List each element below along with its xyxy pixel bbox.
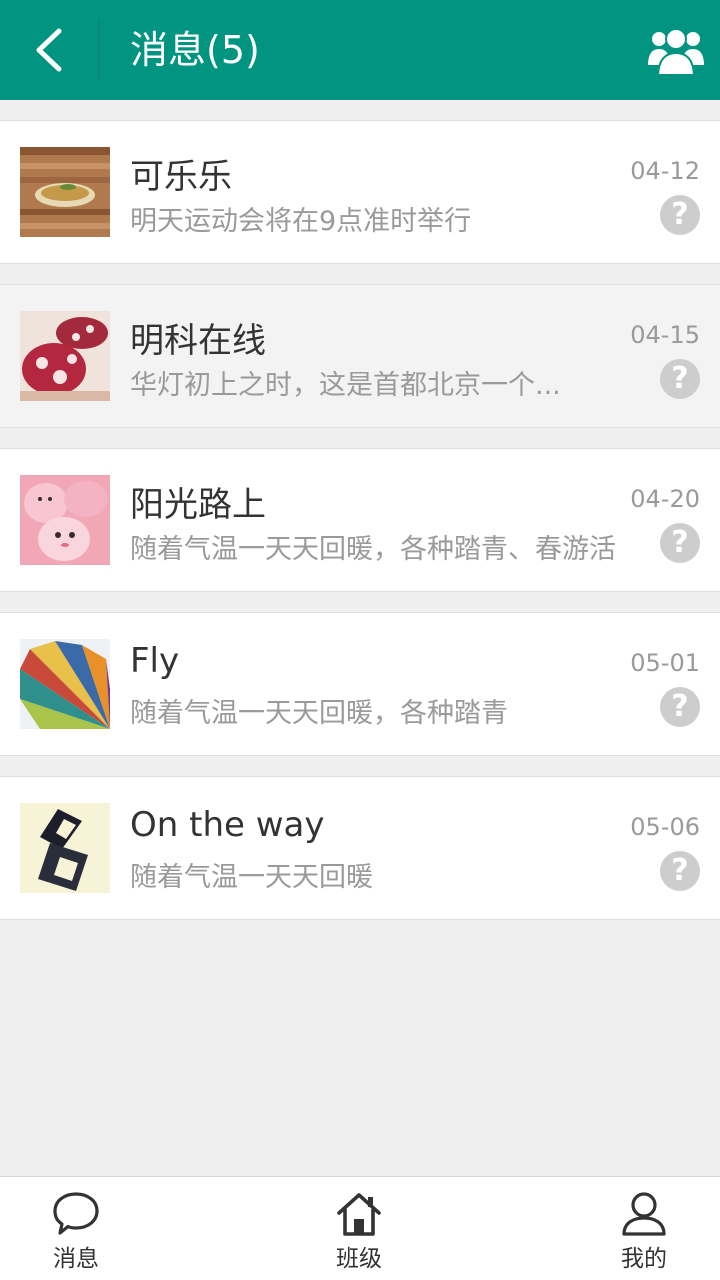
tab-label: 我的 [621,1246,667,1272]
contact-name: 明科在线 [130,321,266,361]
avatar [20,639,110,729]
message-date: 05-06 [630,813,700,841]
tab-label: 班级 [336,1246,382,1272]
question-icon[interactable]: ? [660,851,700,891]
header-divider [98,20,100,80]
question-icon[interactable]: ? [660,359,700,399]
tab-messages[interactable]: 消息 [16,1177,136,1280]
page-title: 消息(5) [130,28,260,72]
tab-class[interactable]: 班级 [299,1177,419,1280]
avatar [20,803,110,893]
question-icon[interactable]: ? [660,195,700,235]
message-date: 04-12 [630,157,700,185]
bottom-tab-bar: 消息 班级 我的 [0,1176,720,1280]
contacts-button[interactable] [640,16,712,84]
contact-name: 阳光路上 [130,485,266,525]
question-icon[interactable]: ? [660,687,700,727]
message-preview: 明天运动会将在9点准时举行 [130,206,472,237]
message-preview: 随着气温一天天回暖，各种踏青、春游活 [130,534,616,565]
avatar [20,311,110,401]
message-preview: 随着气温一天天回暖，各种踏青 [130,698,508,729]
contact-name: 可乐乐 [130,157,232,197]
chevron-left-icon [36,28,62,72]
contact-name: On the way [130,805,325,845]
avatar [20,475,110,565]
home-icon [337,1193,381,1236]
message-list: 可乐乐 明天运动会将在9点准时举行 04-12 ? 明科在线 华灯初上之时，这是… [0,120,720,940]
group-icon [648,28,704,75]
avatar [20,147,110,237]
message-preview: 随着气温一天天回暖 [130,862,373,893]
message-date: 05-01 [630,649,700,677]
message-item[interactable]: 可乐乐 明天运动会将在9点准时举行 04-12 ? [0,120,720,264]
message-item[interactable]: Fly 随着气温一天天回暖，各种踏青 05-01 ? [0,612,720,756]
message-item[interactable]: 明科在线 华灯初上之时，这是首都北京一个... 04-15 ? [0,284,720,428]
question-icon[interactable]: ? [660,523,700,563]
message-preview: 华灯初上之时，这是首都北京一个... [130,370,561,401]
chat-bubble-icon [53,1192,99,1235]
message-item[interactable]: 阳光路上 随着气温一天天回暖，各种踏青、春游活 04-20 ? [0,448,720,592]
message-date: 04-20 [630,485,700,513]
message-item[interactable]: On the way 随着气温一天天回暖 05-06 ? [0,776,720,920]
back-button[interactable] [0,0,98,100]
user-icon [622,1192,666,1236]
contact-name: Fly [130,641,180,681]
tab-label: 消息 [53,1246,99,1272]
tab-me[interactable]: 我的 [584,1177,704,1280]
top-app-bar: 消息(5) [0,0,720,100]
message-date: 04-15 [630,321,700,349]
